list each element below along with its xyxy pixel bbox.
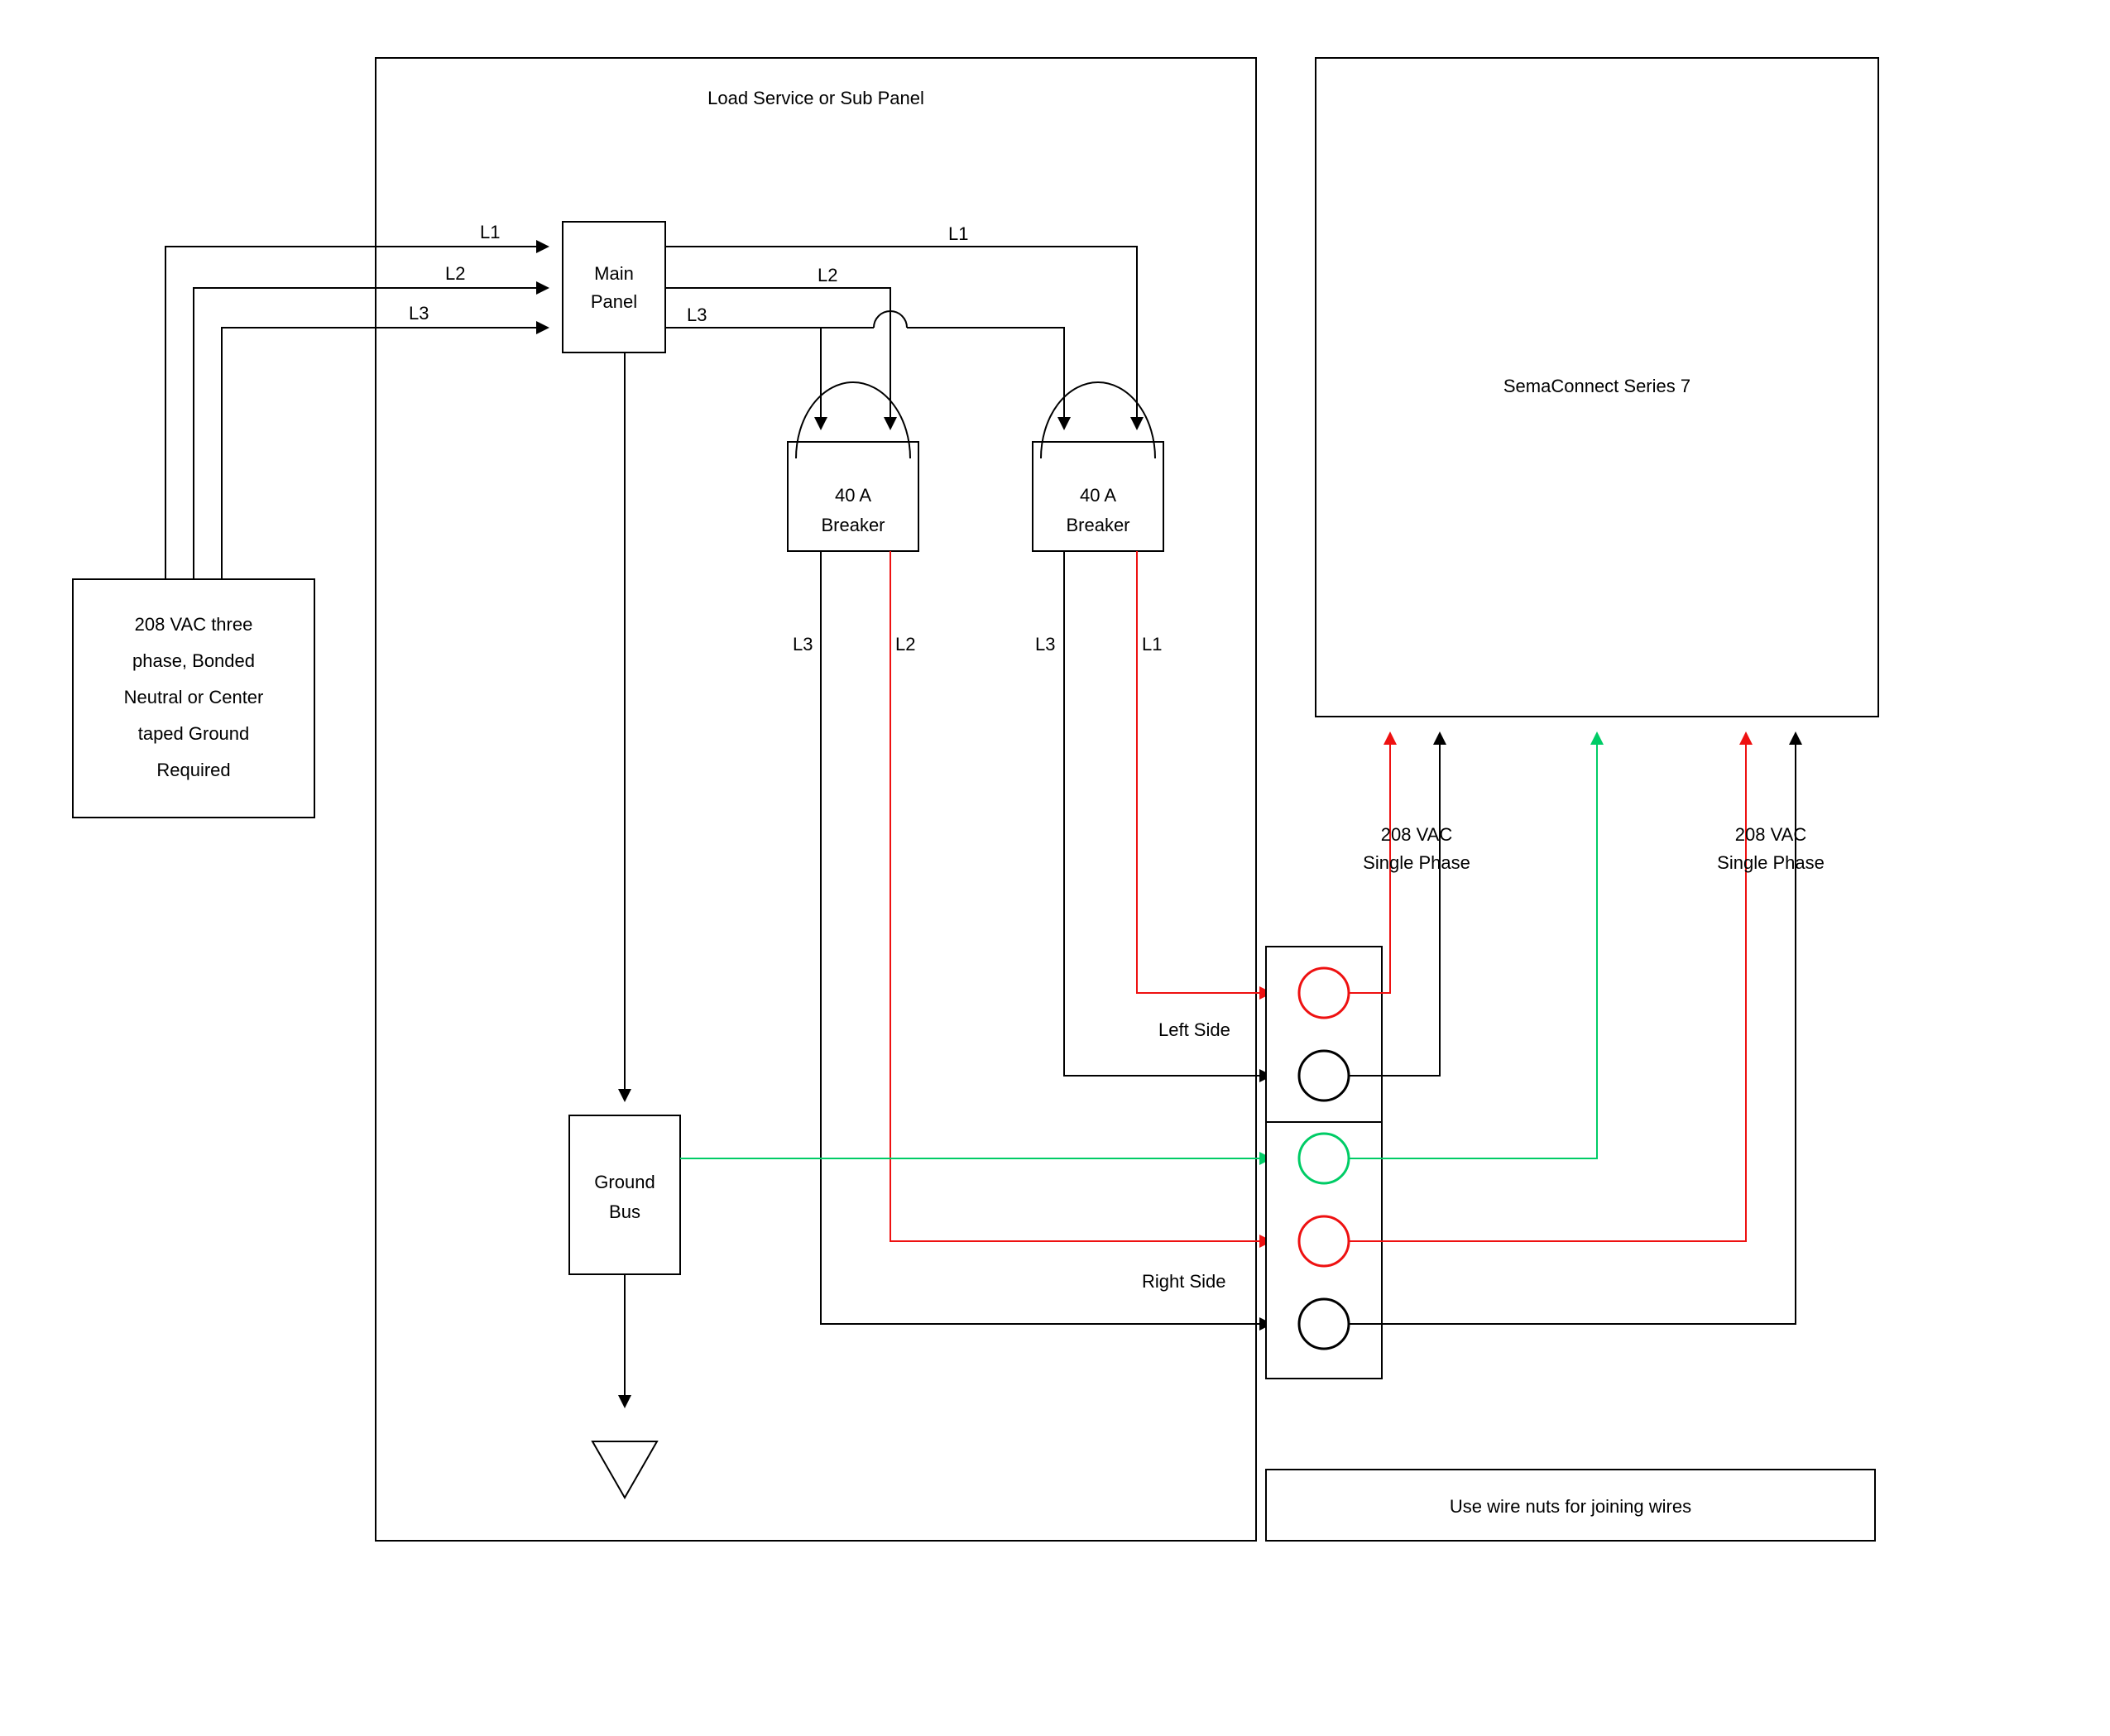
- mainpanel-l2: Panel: [591, 291, 637, 312]
- lbl-l3-in: L3: [409, 303, 429, 324]
- terminal-red-1: [1299, 968, 1349, 1018]
- terminal-grn: [1299, 1134, 1349, 1183]
- breaker2-l2: Breaker: [1066, 515, 1129, 535]
- wiring-diagram: Load Service or Sub Panel SemaConnect Se…: [0, 0, 2110, 1736]
- lbl-l2-in: L2: [445, 263, 465, 284]
- groundbus-l2: Bus: [609, 1201, 640, 1222]
- groundbus-l1: Ground: [594, 1172, 655, 1192]
- lbl-l1-out: L1: [948, 223, 968, 244]
- leftside-label: Left Side: [1158, 1019, 1230, 1040]
- wirenuts-label: Use wire nuts for joining wires: [1450, 1496, 1691, 1517]
- phaseA-l2: Single Phase: [1363, 852, 1470, 873]
- rightside-label: Right Side: [1142, 1271, 1226, 1292]
- breaker1-l1: 40 A: [835, 485, 871, 506]
- wire-term4-up: [1349, 738, 1746, 1241]
- wire-term3-up: [1349, 738, 1597, 1158]
- source-l2: phase, Bonded: [132, 650, 255, 671]
- terminal-blk-2: [1299, 1299, 1349, 1349]
- lbl-br1-l3: L3: [793, 634, 813, 655]
- lbl-l1-in: L1: [480, 222, 500, 242]
- phaseA-l1: 208 VAC: [1381, 824, 1453, 845]
- terminal-red-2: [1299, 1216, 1349, 1266]
- breaker1-l2: Breaker: [821, 515, 885, 535]
- lbl-br1-l2: L2: [895, 634, 915, 655]
- lbl-br2-l3: L3: [1035, 634, 1055, 655]
- mainpanel-l1: Main: [594, 263, 634, 284]
- sub-panel-box: [376, 58, 1256, 1541]
- semaconnect-label: SemaConnect Series 7: [1503, 376, 1690, 396]
- panel-title: Load Service or Sub Panel: [707, 88, 924, 108]
- source-l5: Required: [156, 760, 230, 780]
- breaker2-l1: 40 A: [1080, 485, 1116, 506]
- phaseB-l1: 208 VAC: [1735, 824, 1807, 845]
- terminal-blk-1: [1299, 1051, 1349, 1101]
- main-panel-box: [563, 222, 665, 352]
- lbl-l3-out: L3: [687, 305, 707, 325]
- lbl-l2-out: L2: [818, 265, 837, 285]
- phaseB-l2: Single Phase: [1717, 852, 1825, 873]
- source-l1: 208 VAC three: [135, 614, 253, 635]
- source-l3: Neutral or Center: [124, 687, 264, 707]
- source-l4: taped Ground: [138, 723, 250, 744]
- lbl-br2-l1: L1: [1142, 634, 1162, 655]
- groundbus-box: [569, 1115, 680, 1274]
